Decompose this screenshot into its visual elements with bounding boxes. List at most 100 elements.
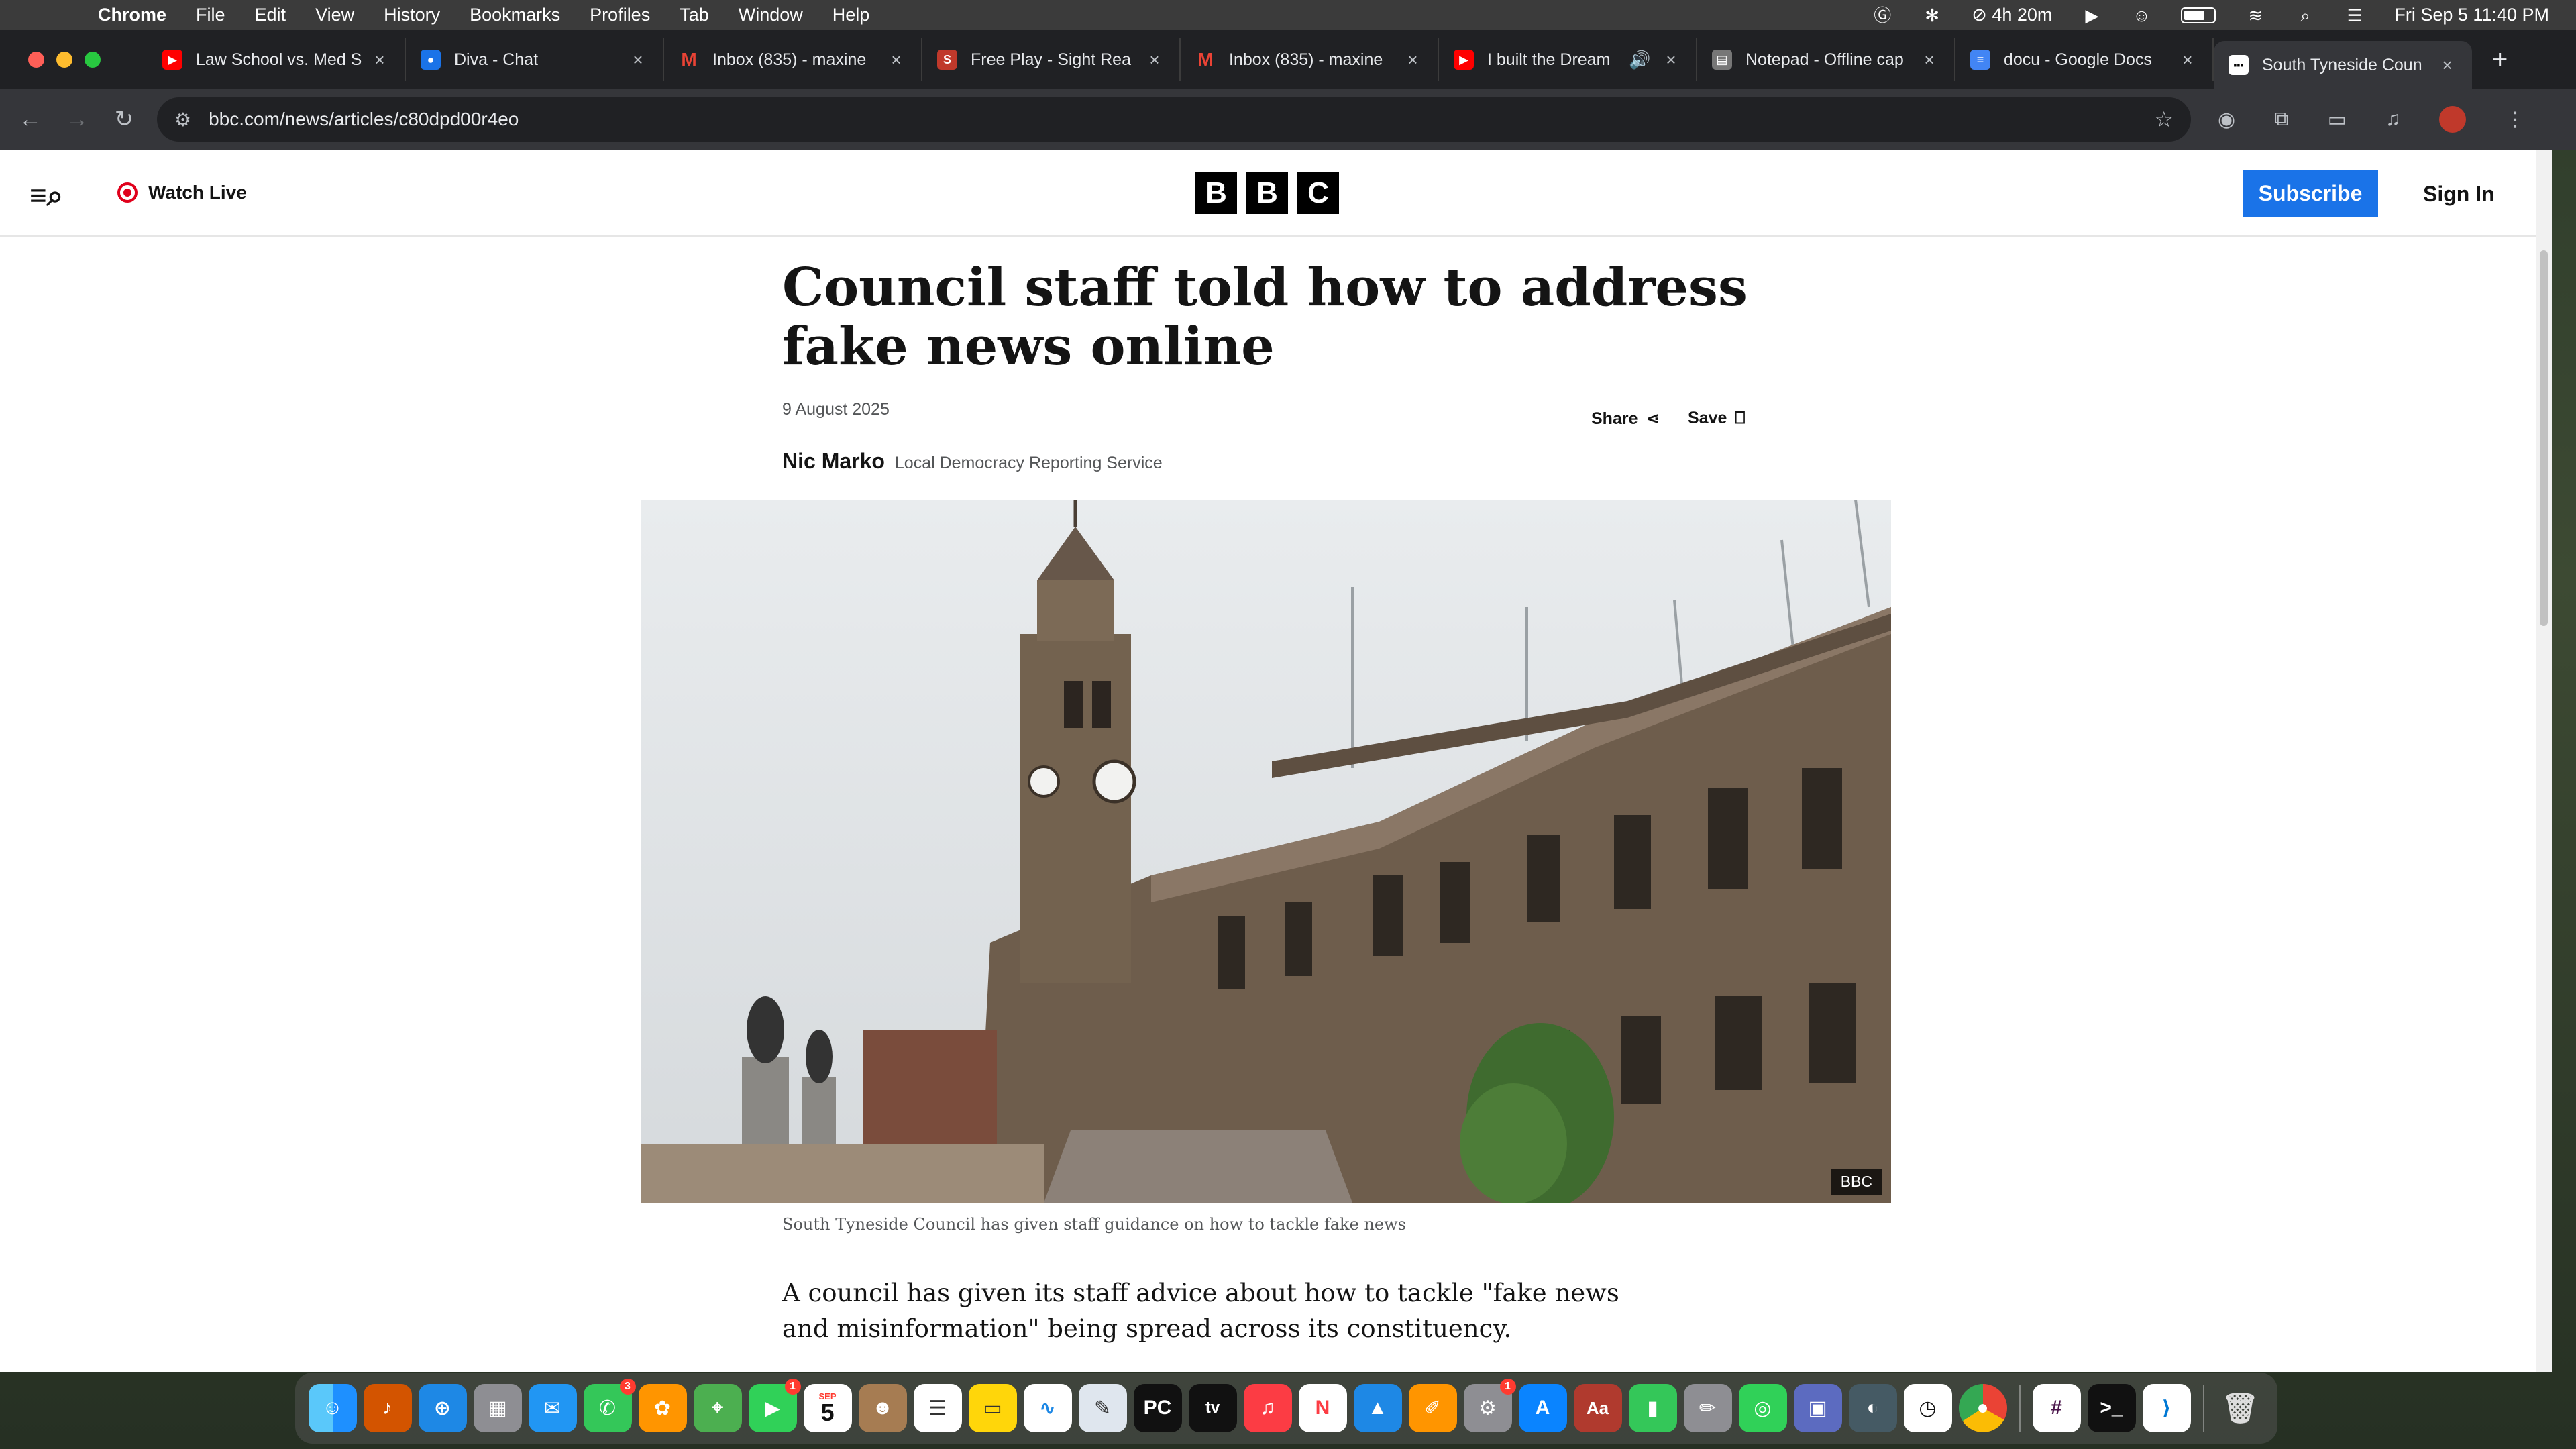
preview-icon[interactable]: ▣ (1793, 1384, 1842, 1432)
menu-history[interactable]: History (384, 5, 440, 25)
grammarly-icon[interactable]: Ⓖ (1872, 5, 1892, 25)
system-settings-icon[interactable]: ⚙ 1 (1463, 1379, 1516, 1432)
slack-icon[interactable]: # (2032, 1384, 2081, 1432)
close-tab-icon[interactable]: × (628, 50, 648, 70)
menu-view[interactable]: View (315, 5, 354, 25)
launchpad-icon[interactable]: ▦ (473, 1384, 522, 1432)
finder-icon[interactable]: ☺ (308, 1384, 357, 1432)
tab-notepad[interactable]: ▤ Notepad - Offline cap × (1697, 38, 1955, 81)
music-icon[interactable]: ♫ (1243, 1384, 1292, 1432)
trash-icon[interactable]: 🗑 (2216, 1384, 2265, 1432)
numbers-icon[interactable]: ▮ (1628, 1384, 1677, 1432)
calendar-icon[interactable]: SEP 5 (803, 1384, 852, 1432)
contacts-icon[interactable]: ☻ (858, 1384, 907, 1432)
pycharm-icon[interactable]: PC (1133, 1384, 1182, 1432)
bookmark-star-icon[interactable]: ☆ (2154, 107, 2174, 132)
photos-icon[interactable]: ✿ (638, 1384, 687, 1432)
media-controls-icon[interactable]: ♫ (2385, 108, 2401, 131)
menu-window[interactable]: Window (739, 5, 803, 25)
facetime-icon[interactable]: ▶ 1 (748, 1379, 801, 1432)
close-tab-icon[interactable]: × (1919, 50, 1939, 70)
subscribe-button[interactable]: Subscribe (2243, 170, 2378, 217)
reminders-icon[interactable]: ☰ (913, 1384, 962, 1432)
keynote-icon[interactable]: ▲ (1353, 1384, 1402, 1432)
watch-live-link[interactable]: Watch Live (117, 182, 247, 203)
terminal-icon[interactable]: >_ (2087, 1384, 2136, 1432)
battery-icon[interactable] (2181, 7, 2216, 23)
share-button[interactable]: Share ⋖ (1591, 409, 1660, 429)
xcode-icon[interactable]: ✎ (1078, 1384, 1127, 1432)
tab-google-docs[interactable]: ≡ docu - Google Docs × (1955, 38, 2214, 81)
extensions-puzzle-icon[interactable]: ⧉ (2274, 108, 2288, 131)
menu-profiles[interactable]: Profiles (590, 5, 650, 25)
scrollbar-thumb[interactable] (2540, 250, 2548, 626)
address-bar[interactable]: ⚙ bbc.com/news/articles/c80dpd00r4eo ☆ (157, 97, 2191, 142)
sign-in-link[interactable]: Sign In (2423, 182, 2495, 207)
extension-shield-icon[interactable]: ◉ (2218, 108, 2235, 131)
close-window-button[interactable] (28, 52, 44, 68)
mail-icon[interactable]: ✉ (528, 1384, 577, 1432)
tab-inbox-2[interactable]: M Inbox (835) - maxine × (1181, 38, 1439, 81)
tab-law-school[interactable]: ▶ Law School vs. Med S × (148, 38, 406, 81)
freeform-icon[interactable]: ∿ (1023, 1384, 1072, 1432)
control-center-icon[interactable]: ☰ (2345, 5, 2365, 25)
find-my-icon[interactable]: ◎ (1738, 1384, 1787, 1432)
tab-sight-reading[interactable]: S Free Play - Sight Rea × (922, 38, 1181, 81)
news-icon[interactable]: N (1298, 1384, 1347, 1432)
reload-icon[interactable]: ↻ (101, 106, 148, 133)
clock-icon[interactable]: ◷ (1903, 1384, 1952, 1432)
messages-icon[interactable]: ✆ 3 (583, 1379, 636, 1432)
menu-app-name[interactable]: Chrome (98, 5, 166, 25)
menubar-clock[interactable]: Fri Sep 5 11:40 PM (2394, 5, 2549, 25)
tab-search-icon[interactable]: ▭ (2328, 108, 2347, 131)
menu-edit[interactable]: Edit (255, 5, 286, 25)
maps-icon[interactable]: ⌖ (693, 1384, 742, 1432)
emoji-icon[interactable]: ☺ (2131, 5, 2151, 25)
safari-icon[interactable]: ⊕ (418, 1384, 467, 1432)
dictionary-icon[interactable]: Aa (1573, 1384, 1622, 1432)
close-tab-icon[interactable]: × (1144, 50, 1165, 70)
tab-diva-chat[interactable]: ● Diva - Chat × (406, 38, 664, 81)
bbc-logo[interactable]: B B C (1195, 172, 1339, 214)
app-store-icon[interactable]: A (1518, 1384, 1567, 1432)
page-scrollbar[interactable] (2536, 150, 2552, 1372)
minimize-window-button[interactable] (56, 52, 72, 68)
close-tab-icon[interactable]: × (2437, 55, 2457, 76)
tab-south-tyneside[interactable]: ▪▪▪ South Tyneside Coun × (2214, 41, 2472, 89)
focus-icon[interactable]: ✻ (1922, 5, 1942, 25)
new-tab-icon[interactable]: + (2492, 45, 2508, 75)
tab-dream[interactable]: ▶ I built the Dream 🔊 × (1439, 38, 1697, 81)
save-button[interactable]: Save ⎕ (1688, 409, 1745, 428)
menu-help[interactable]: Help (833, 5, 870, 25)
chrome-menu-icon[interactable]: ⋮ (2505, 108, 2525, 131)
battery-time-status[interactable]: ⊘ 4h 20m (1972, 5, 2052, 25)
menu-search-icon[interactable]: ≡⌕ (30, 179, 63, 213)
pencil-app-icon[interactable]: ✏ (1683, 1384, 1732, 1432)
forward-arrow-icon[interactable]: → (54, 107, 101, 133)
url-text[interactable]: bbc.com/news/articles/c80dpd00r4eo (209, 109, 2154, 130)
network-utility-icon[interactable]: ◐ (1848, 1384, 1897, 1432)
close-tab-icon[interactable]: × (886, 50, 906, 70)
wifi-icon[interactable]: ≋ (2245, 5, 2265, 25)
close-tab-icon[interactable]: × (1403, 50, 1423, 70)
chrome-icon[interactable]: ● (1958, 1384, 2007, 1432)
audio-playing-icon[interactable]: 🔊 (1629, 50, 1650, 70)
profile-avatar[interactable] (2439, 106, 2467, 133)
back-arrow-icon[interactable]: ← (7, 107, 54, 133)
tab-inbox-1[interactable]: M Inbox (835) - maxine × (664, 38, 922, 81)
menu-file[interactable]: File (196, 5, 225, 25)
site-info-icon[interactable]: ⚙ (174, 109, 191, 131)
notes-icon[interactable]: ▭ (968, 1384, 1017, 1432)
pages-icon[interactable]: ✐ (1408, 1384, 1457, 1432)
close-tab-icon[interactable]: × (1661, 50, 1681, 70)
menu-bookmarks[interactable]: Bookmarks (470, 5, 560, 25)
vscode-icon[interactable]: ⟩ (2142, 1384, 2191, 1432)
garageband-icon[interactable]: ♪ (363, 1384, 412, 1432)
close-tab-icon[interactable]: × (2178, 50, 2198, 70)
apple-tv-icon[interactable]: tv (1188, 1384, 1237, 1432)
play-icon[interactable]: ▶ (2082, 5, 2102, 25)
spotlight-search-icon[interactable]: ⌕ (2295, 5, 2315, 25)
menu-tab[interactable]: Tab (680, 5, 709, 25)
fullscreen-window-button[interactable] (85, 52, 101, 68)
close-tab-icon[interactable]: × (370, 50, 390, 70)
